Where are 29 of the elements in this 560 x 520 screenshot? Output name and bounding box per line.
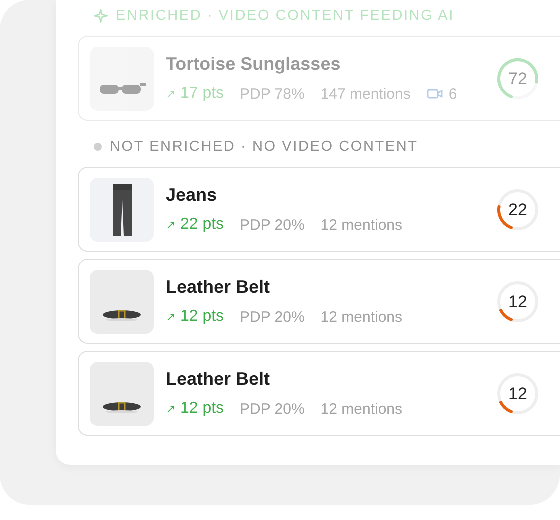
pdp-share: PDP 20% — [240, 216, 305, 234]
product-name: Tortoise Sunglasses — [166, 54, 342, 75]
pdp-share: PDP 20% — [240, 400, 305, 418]
points-change: ↗ 17 pts — [166, 85, 224, 103]
points-change: ↗ 12 pts — [166, 400, 224, 418]
product-card[interactable]: Leather Belt ↗ 12 pts PDP 20% 12 mentions 12 — [78, 259, 560, 344]
mention-count: 12 mentions — [320, 216, 403, 234]
product-card[interactable]: Leather Belt ↗ 12 pts PDP 20% 12 mentions 12 — [78, 351, 560, 436]
product-name: Jeans — [166, 185, 218, 206]
section-heading: ENRICHED · VIDEO CONTENT FEEDING AI — [116, 8, 454, 24]
pdp-share: PDP 20% — [240, 308, 305, 326]
mention-count: 12 mentions — [320, 400, 403, 418]
video-count: 6 — [448, 86, 458, 102]
product-name: Leather Belt — [166, 369, 272, 390]
mention-count: 147 mentions — [320, 86, 411, 102]
product-name: Leather Belt — [166, 277, 272, 298]
points-change: ↗ 12 pts — [166, 308, 224, 326]
points-change: ↗ 22 pts — [166, 216, 224, 234]
sparkle-icon — [94, 9, 108, 23]
score-value: 72 — [508, 70, 528, 87]
video-camera-icon — [426, 88, 443, 100]
section-heading: NOT ENRICHED · NO VIDEO CONTENT — [110, 139, 418, 155]
score-value: 22 — [508, 201, 528, 218]
pdp-share: PDP 78% — [240, 86, 305, 102]
status-dot — [94, 143, 102, 151]
product-card[interactable]: Jeans ↗ 22 pts PDP 20% 12 mentions 22 — [78, 167, 560, 252]
score-value: 12 — [508, 385, 528, 402]
mention-count: 12 mentions — [320, 308, 403, 326]
score-value: 12 — [508, 293, 528, 310]
